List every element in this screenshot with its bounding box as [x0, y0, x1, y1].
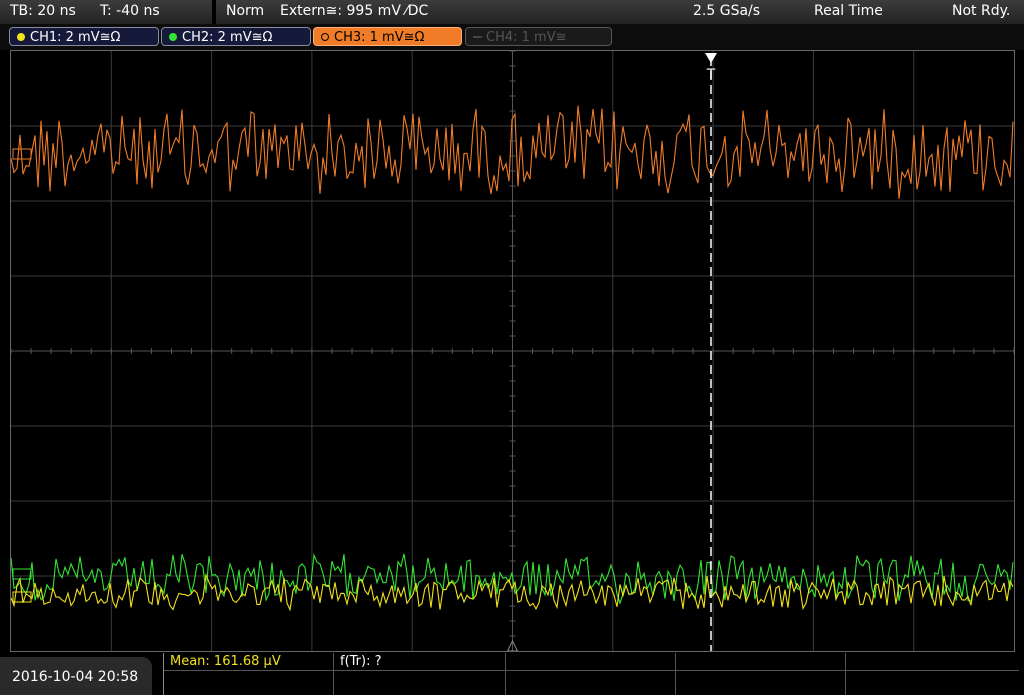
channel-4-label: CH4: 1 mV≅ — [486, 30, 567, 45]
channel-1-indicator-icon — [17, 33, 25, 41]
status-bar: TB: 20 ns T: -40 ns Norm Extern≅: 995 mV… — [0, 0, 1024, 25]
channel-4-button[interactable]: CH4: 1 mV≅ — [465, 27, 612, 46]
measurement-cell[interactable] — [846, 653, 1019, 671]
measurement-cell[interactable]: Mean: 161.68 µV — [164, 653, 334, 671]
measurement-cell[interactable] — [676, 653, 846, 671]
measurement-cell[interactable] — [506, 671, 676, 695]
timebase-panel[interactable]: TB: 20 ns T: -40 ns — [0, 0, 212, 25]
sample-rate-label: 2.5 GSa/s — [693, 3, 761, 19]
fall-time-measurement: f(Tr): ? — [340, 654, 382, 669]
trigger-source-label: Extern≅: 995 mV ⁄DC — [280, 3, 429, 19]
measurement-cell[interactable] — [506, 653, 676, 671]
measurement-cell[interactable] — [164, 671, 334, 695]
measurement-cell[interactable] — [334, 671, 506, 695]
mean-measurement: Mean: 161.68 µV — [170, 654, 281, 669]
channel-2-level-marker — [12, 568, 32, 580]
acquisition-status-label: Not Rdy. — [952, 3, 1011, 19]
trigger-marker-label: T — [706, 67, 716, 83]
acquisition-panel[interactable]: Norm Extern≅: 995 mV ⁄DC 2.5 GSa/s Real … — [216, 0, 1024, 25]
waveform-canvas[interactable]: T — [11, 51, 1014, 651]
channel-2-button[interactable]: CH2: 2 mV≅Ω — [161, 27, 311, 46]
channel-1-label: CH1: 2 mV≅Ω — [30, 30, 121, 45]
timebase-label: TB: 20 ns — [10, 3, 76, 19]
datetime-label: 2016-10-04 20:58 — [12, 669, 139, 685]
trigger-time-label: T: -40 ns — [100, 3, 160, 19]
datetime-panel: 2016-10-04 20:58 — [0, 657, 152, 695]
channel-1-button[interactable]: CH1: 2 mV≅Ω — [9, 27, 159, 46]
trigger-position-icon — [705, 53, 717, 63]
acquisition-mode-label: Real Time — [814, 3, 883, 19]
measurement-cell[interactable] — [846, 671, 1019, 695]
measurement-cell[interactable]: f(Tr): ? — [334, 653, 506, 671]
channel-2-indicator-icon — [169, 33, 177, 41]
channel-3-button[interactable]: CH3: 1 mV≅Ω — [313, 27, 462, 46]
channel-bar: CH1: 2 mV≅Ω CH2: 2 mV≅Ω CH3: 1 mV≅Ω CH4:… — [0, 24, 1024, 50]
channel-4-indicator-icon — [473, 36, 482, 38]
channel-3-label: CH3: 1 mV≅Ω — [334, 30, 425, 45]
channel-3-indicator-icon — [321, 33, 329, 41]
waveform-display[interactable]: T — [10, 50, 1015, 652]
measurement-table[interactable]: Mean: 161.68 µV f(Tr): ? — [163, 653, 1019, 695]
channel-2-label: CH2: 2 mV≅Ω — [182, 30, 273, 45]
measurement-cell[interactable] — [676, 671, 846, 695]
trigger-mode-label: Norm — [226, 3, 265, 19]
